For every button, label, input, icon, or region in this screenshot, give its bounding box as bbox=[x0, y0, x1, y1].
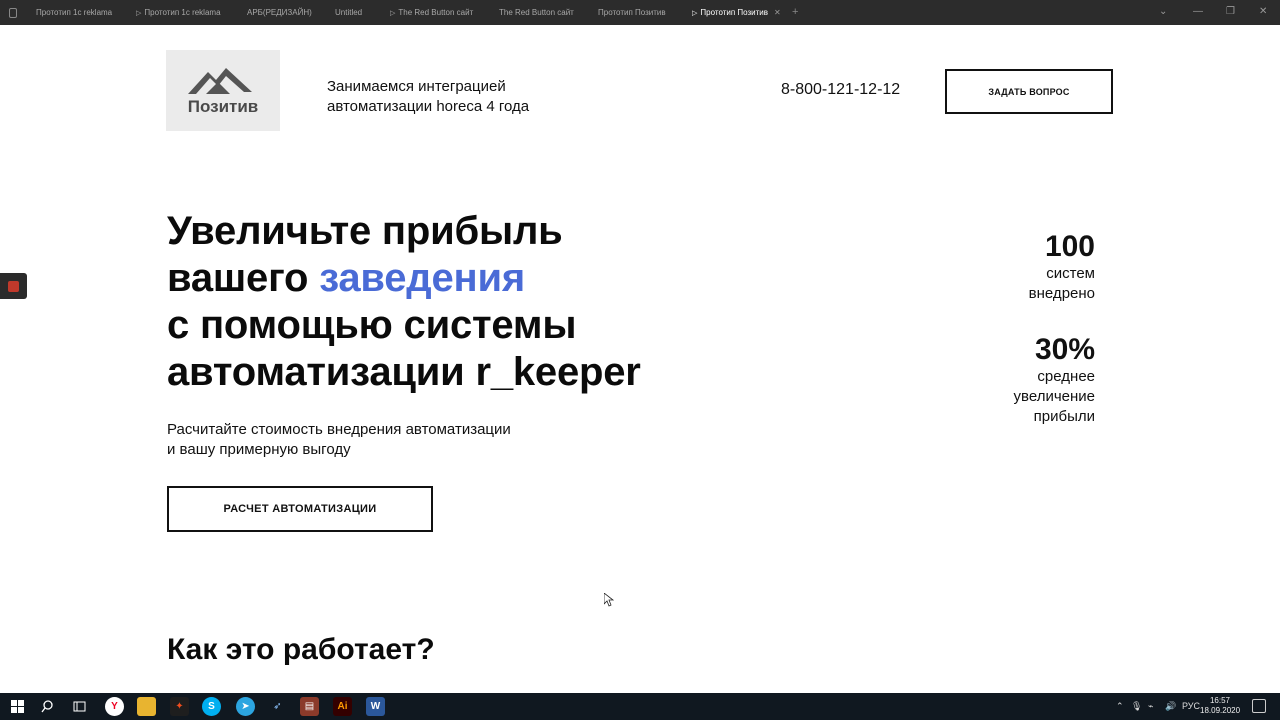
ask-question-button[interactable]: ЗАДАТЬ ВОПРОС bbox=[945, 69, 1113, 114]
calculate-automation-button[interactable]: РАСЧЕТ АВТОМАТИЗАЦИИ bbox=[167, 486, 433, 532]
headline-accent: заведения bbox=[319, 256, 526, 300]
figma-menu-icon[interactable] bbox=[9, 8, 17, 18]
website-prototype: Позитив Занимаемся интеграцией автоматиз… bbox=[0, 25, 1280, 693]
tab-2[interactable]: ▷ Прототип 1c reklama bbox=[136, 0, 221, 25]
mountains-icon bbox=[188, 68, 252, 94]
subtitle-line-2: и вашу примерную выгоду bbox=[167, 441, 351, 458]
headline-line-3: с помощью системы bbox=[167, 303, 577, 347]
record-icon bbox=[8, 281, 19, 292]
language-indicator[interactable]: РУС bbox=[1182, 693, 1200, 720]
windows-taskbar: Y ✦ S ➤ ➶ ▤ Ai W ⌃ 🎙 ⌁ 🔊 РУС 16:57 18.09… bbox=[0, 693, 1280, 720]
tab-label: АРБ(РЕДИЗАЙН) bbox=[247, 8, 312, 17]
stat-label-line: среднее bbox=[1037, 368, 1095, 385]
volume-icon[interactable]: 🔊 bbox=[1165, 693, 1176, 720]
browser-tab-bar: Прототип 1c reklama ▷ Прототип 1c reklama… bbox=[0, 0, 1280, 25]
chevron-down-icon[interactable]: ⌄ bbox=[1159, 0, 1167, 25]
headline-line-4: автоматизации r_keeper bbox=[167, 350, 641, 394]
stat-number: 100 bbox=[1044, 230, 1095, 263]
tab-6[interactable]: The Red Button сайт bbox=[499, 0, 574, 25]
headline-line-1: Увеличьте прибыль bbox=[167, 209, 563, 253]
tagline: Занимаемся интеграцией автоматизации hor… bbox=[327, 78, 530, 115]
restore-icon[interactable]: ❐ bbox=[1226, 0, 1235, 25]
close-window-icon[interactable]: ✕ bbox=[1259, 0, 1267, 25]
tab-label: The Red Button сайт bbox=[398, 8, 474, 17]
add-tab-icon[interactable]: + bbox=[792, 0, 798, 25]
tab-label: Прототип Позитив bbox=[598, 8, 666, 17]
tab-8-active[interactable]: ▷ Прототип Позитив ✕ bbox=[692, 0, 781, 25]
section-title: Как это работает? bbox=[167, 633, 435, 666]
stat-label-line: систем bbox=[1046, 265, 1095, 282]
microphone-icon[interactable]: 🎙 bbox=[1131, 693, 1142, 720]
subtitle-line-1: Расчитайте стоимость внедрения автоматиз… bbox=[167, 421, 511, 438]
logo-text: Позитив bbox=[187, 97, 259, 116]
tab-label: The Red Button сайт bbox=[499, 8, 574, 17]
archiver-icon[interactable]: ▤ bbox=[300, 697, 319, 716]
stat-number: 30% bbox=[1034, 333, 1095, 366]
tab-1[interactable]: Прототип 1c reklama bbox=[36, 0, 112, 25]
hero-headline: Увеличьте прибыль вашего заведения с пом… bbox=[167, 208, 727, 396]
clock-time: 16:57 bbox=[1209, 696, 1231, 705]
side-widget[interactable] bbox=[0, 273, 27, 299]
task-view-icon[interactable] bbox=[70, 697, 89, 716]
close-tab-icon[interactable]: ✕ bbox=[774, 8, 781, 17]
file-explorer-icon[interactable] bbox=[137, 697, 156, 716]
skype-icon[interactable]: S bbox=[202, 697, 221, 716]
chevron-up-icon[interactable]: ⌃ bbox=[1116, 693, 1124, 720]
figma-icon[interactable]: ✦ bbox=[170, 697, 189, 716]
tab-label: Прототип Позитив bbox=[700, 8, 769, 17]
hero-subtitle: Расчитайте стоимость внедрения автоматиз… bbox=[167, 420, 587, 460]
notification-icon[interactable] bbox=[1252, 699, 1266, 713]
windows-start-icon[interactable] bbox=[8, 697, 27, 716]
tab-3[interactable]: АРБ(РЕДИЗАЙН) bbox=[247, 0, 312, 25]
stat-label-line: увеличение bbox=[1013, 388, 1095, 405]
stat-profit: 30% среднее увеличение прибыли bbox=[1014, 333, 1095, 427]
headline-text: вашего bbox=[167, 256, 320, 300]
tab-7[interactable]: Прототип Позитив bbox=[598, 0, 666, 25]
word-icon[interactable]: W bbox=[366, 697, 385, 716]
clock[interactable]: 16:57 18.09.2020 bbox=[1200, 696, 1240, 716]
telegram-icon[interactable]: ➤ bbox=[236, 697, 255, 716]
tab-label: Прототип 1c reklama bbox=[144, 8, 221, 17]
feather-app-icon[interactable]: ➶ bbox=[268, 697, 287, 716]
play-icon: ▷ bbox=[136, 10, 142, 17]
minimize-icon[interactable]: — bbox=[1193, 0, 1203, 25]
tab-5[interactable]: ▷ The Red Button сайт bbox=[390, 0, 473, 25]
logo[interactable]: Позитив bbox=[166, 50, 280, 131]
play-icon: ▷ bbox=[692, 10, 698, 17]
stat-systems: 100 систем внедрено bbox=[1029, 230, 1095, 304]
stat-label-line: внедрено bbox=[1028, 285, 1095, 302]
tab-label: Untitled bbox=[335, 8, 363, 17]
yandex-browser-icon[interactable]: Y bbox=[105, 697, 124, 716]
tab-4[interactable]: Untitled bbox=[335, 0, 362, 25]
illustrator-icon[interactable]: Ai bbox=[333, 697, 352, 716]
tab-label: Прототип 1c reklama bbox=[36, 8, 113, 17]
network-icon[interactable]: ⌁ bbox=[1148, 693, 1153, 720]
clock-date: 18.09.2020 bbox=[1200, 706, 1241, 715]
phone-number[interactable]: 8-800-121-12-12 bbox=[781, 81, 900, 99]
search-icon[interactable] bbox=[38, 697, 57, 716]
stat-label-line: прибыли bbox=[1033, 408, 1095, 425]
headline-line-2: вашего заведения bbox=[167, 255, 727, 302]
mouse-cursor-icon bbox=[604, 593, 614, 607]
play-icon: ▷ bbox=[390, 10, 396, 17]
